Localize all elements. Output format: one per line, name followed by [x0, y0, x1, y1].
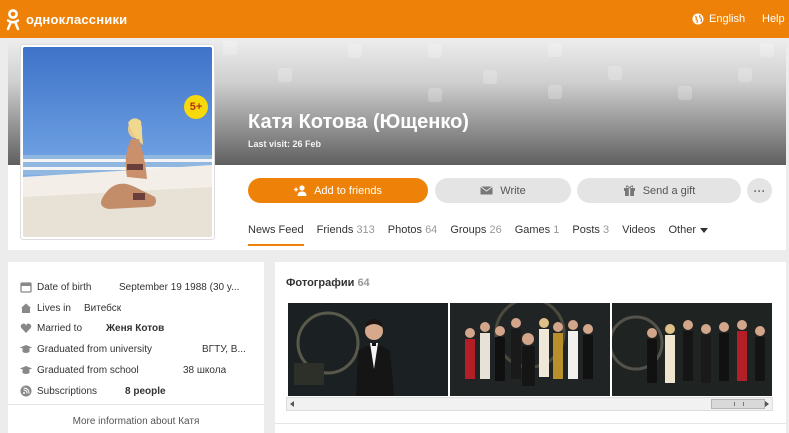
info-row-subscriptions: Subscriptions 8 people — [20, 384, 256, 398]
graduation-cap-icon — [20, 366, 32, 374]
tab-groups[interactable]: Groups 26 — [450, 224, 501, 246]
ok-logo-icon[interactable] — [6, 9, 20, 31]
profile-card: 5+ Катя Котова (Ющенко) Last visit: 26 F… — [8, 38, 786, 250]
tab-count: 313 — [356, 224, 375, 236]
more-info-link[interactable]: More information about Катя — [8, 416, 264, 427]
photo-image — [450, 303, 610, 396]
help-link[interactable]: Help — [762, 13, 785, 25]
scroll-thumb[interactable] — [711, 399, 765, 409]
tab-photos[interactable]: Photos 64 — [388, 224, 438, 246]
avatar[interactable] — [20, 44, 215, 240]
tab-count: 64 — [425, 224, 438, 236]
info-row-school: Graduated from school 38 школа — [20, 363, 256, 377]
write-label: Write — [500, 184, 526, 197]
info-value[interactable]: 8 people — [125, 386, 166, 397]
calendar-icon — [20, 282, 32, 293]
home-icon — [21, 303, 31, 313]
profile-name: Катя Котова (Ющенко) — [248, 111, 469, 133]
info-value[interactable]: 38 школа — [183, 365, 226, 376]
info-value[interactable]: Витебск — [84, 303, 121, 314]
profile-tabs: News Feed Friends 313 Photos 64 Groups 2… — [248, 224, 721, 246]
spouse-link[interactable]: Женя Котов — [106, 323, 164, 334]
envelope-icon — [480, 186, 494, 195]
rss-icon — [20, 385, 32, 397]
scroll-right-icon[interactable] — [765, 401, 769, 407]
chevron-down-icon — [700, 227, 709, 233]
tab-friends[interactable]: Friends 313 — [317, 224, 375, 246]
tab-count: 3 — [602, 224, 610, 236]
more-options-button[interactable]: ··· — [747, 178, 772, 203]
tab-posts[interactable]: Posts 3 — [572, 224, 609, 246]
language-label: English — [709, 13, 746, 25]
photos-count: 64 — [357, 277, 370, 289]
photos-card: Фотографии 64 — [275, 262, 786, 433]
top-bar: одноклассники English Help — [0, 0, 789, 38]
avatar-photo — [23, 47, 212, 237]
photo-thumbnail[interactable] — [288, 303, 448, 396]
send-gift-button[interactable]: Send a gift — [577, 178, 741, 203]
write-button[interactable]: Write — [435, 178, 571, 203]
tab-news-feed[interactable]: News Feed — [248, 224, 304, 246]
photo-thumbnail[interactable] — [612, 303, 772, 396]
divider — [275, 423, 786, 424]
add-to-friends-button[interactable]: Add to friends — [248, 178, 428, 203]
graduation-cap-icon — [20, 345, 32, 353]
photos-scrollbar[interactable] — [286, 397, 773, 411]
about-card: Date of birth September 19 1988 (30 y...… — [8, 262, 264, 433]
tab-videos[interactable]: Videos — [622, 224, 655, 246]
add-user-icon — [294, 185, 307, 196]
photo-image — [612, 303, 772, 396]
info-value[interactable]: ВГТУ, В... — [202, 344, 256, 355]
info-row-university: Graduated from university ВГТУ, В... — [20, 342, 256, 356]
tab-other[interactable]: Other — [669, 224, 709, 246]
info-row-lives: Lives in Витебск — [20, 301, 256, 315]
language-selector[interactable]: English — [692, 13, 745, 25]
tab-count: 26 — [489, 224, 502, 236]
tab-games[interactable]: Games 1 — [515, 224, 560, 246]
info-row-birth: Date of birth September 19 1988 (30 y... — [20, 280, 256, 294]
gift-icon — [623, 185, 635, 196]
scroll-left-icon[interactable] — [290, 401, 294, 407]
logo-text[interactable]: одноклассники — [26, 12, 127, 27]
info-value: September 19 1988 (30 y... — [119, 281, 240, 293]
add-to-friends-label: Add to friends — [314, 184, 382, 197]
photo-thumbnail[interactable] — [450, 303, 610, 396]
info-row-married: Married to Женя Котов — [20, 321, 256, 335]
age-rating-badge: 5+ — [184, 95, 208, 119]
tab-count: 1 — [553, 224, 560, 236]
send-gift-label: Send a gift — [642, 184, 696, 197]
last-visit: Last visit: 26 Feb — [248, 139, 322, 149]
heart-icon — [20, 323, 32, 333]
divider — [8, 404, 264, 405]
globe-icon — [692, 13, 704, 25]
photo-image — [288, 303, 448, 396]
photos-title[interactable]: Фотографии 64 — [286, 277, 370, 289]
